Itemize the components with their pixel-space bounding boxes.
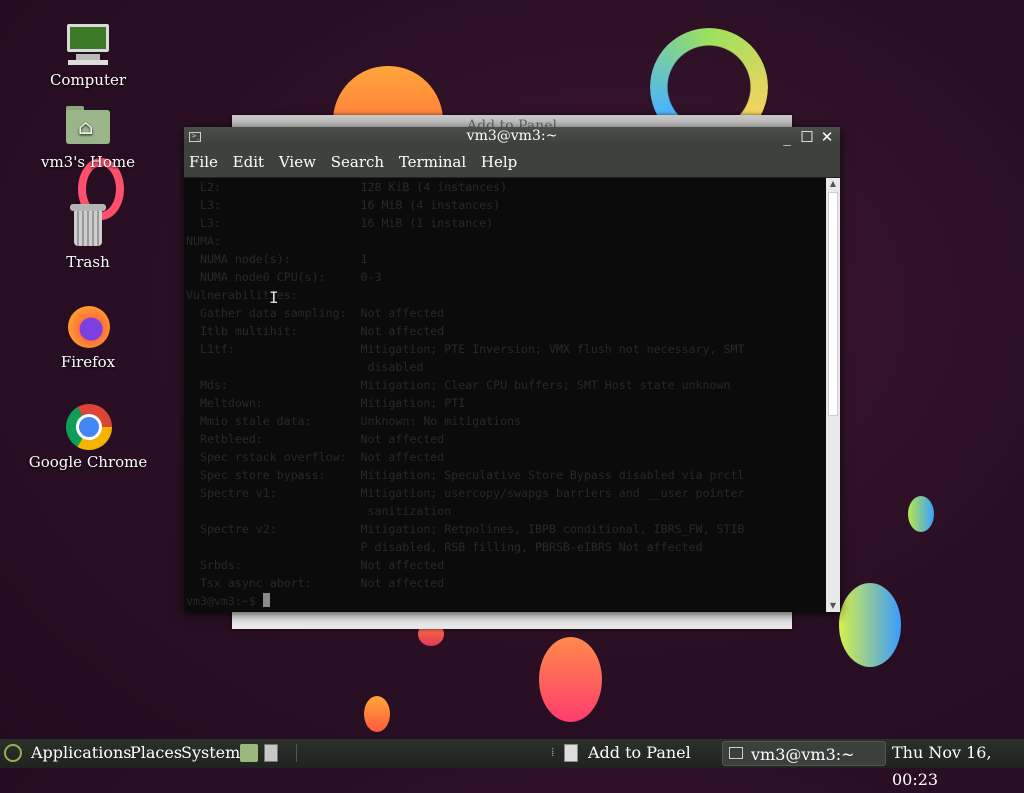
terminal-line: Srbds: Not affected	[199, 558, 445, 572]
menu-file[interactable]: File	[189, 153, 218, 171]
wallpaper-bubble	[539, 637, 602, 722]
desktop-icon-label: Computer	[49, 71, 127, 89]
terminal-menubar: File Edit View Search Terminal Help	[184, 148, 840, 178]
terminal-window[interactable]: >_ vm3@vm3:~ _ ☐ ✕ File Edit View Search…	[184, 127, 840, 612]
terminal-prompt: vm3@vm3:~$	[186, 594, 263, 608]
text-cursor-icon: I	[269, 288, 279, 307]
terminal-line: Spec rstack overflow: Not affected	[199, 450, 445, 464]
wallpaper-bubble	[839, 583, 901, 667]
add-to-panel-icon	[564, 744, 578, 762]
terminal-line: Gather data sampling: Not affected	[199, 306, 445, 320]
terminal-line: Vulnerabilities:	[186, 288, 298, 302]
show-desktop-icon[interactable]	[264, 744, 278, 762]
home-folder-icon: ⌂	[64, 102, 112, 150]
terminal-output[interactable]: L2: 128 KiB (4 instances) L3: 16 MiB (4 …	[184, 178, 826, 612]
terminal-task-icon	[729, 747, 743, 759]
task-terminal-label: vm3@vm3:~	[751, 745, 855, 764]
window-title: vm3@vm3:~	[466, 128, 558, 144]
clock[interactable]: Thu Nov 16, 00:23	[892, 739, 1024, 789]
terminal-titlebar[interactable]: >_ vm3@vm3:~ _ ☐ ✕	[184, 127, 840, 148]
wallpaper-bubble	[908, 496, 934, 532]
menu-view[interactable]: View	[279, 153, 316, 171]
terminal-cursor	[262, 593, 270, 607]
terminal-line: Spectre v1: Mitigation; usercopy/swapgs …	[199, 486, 745, 500]
terminal-line: Tsx async abort: Not affected	[199, 576, 445, 590]
menu-launcher-icon[interactable]	[4, 739, 22, 768]
terminal-text: L2: 128 KiB (4 instances) L3: 16 MiB (4 …	[186, 178, 744, 610]
terminal-line: P disabled, RSB filling, PBRSB-eIBRS Not…	[360, 540, 703, 554]
terminal-line: L3: 16 MiB (4 instances)	[199, 198, 501, 212]
menu-terminal[interactable]: Terminal	[399, 153, 466, 171]
file-manager-icon[interactable]	[240, 744, 258, 762]
terminal-line: Mmio stale data: Unknown: No mitigations	[199, 414, 522, 428]
wallpaper-bubble	[364, 696, 390, 732]
places-menu[interactable]: Places	[130, 739, 182, 768]
desktop-icon-home[interactable]: ⌂ vm3's Home	[28, 102, 148, 171]
menu-search[interactable]: Search	[331, 153, 384, 171]
desktop-icon-trash[interactable]: Trash	[28, 202, 148, 271]
applications-menu[interactable]: Applications	[31, 739, 131, 768]
system-menu[interactable]: System	[181, 739, 240, 768]
terminal-line: NUMA node(s): 1	[199, 252, 368, 266]
desktop-icon-label: Firefox	[60, 353, 116, 371]
desktop-icon-label: vm3's Home	[40, 153, 136, 171]
computer-icon	[64, 20, 112, 68]
terminal-line: L2: 128 KiB (4 instances)	[199, 180, 508, 194]
terminal-line: sanitization	[367, 504, 452, 518]
minimize-button[interactable]: _	[778, 128, 796, 146]
terminal-line: Itlb multihit: Not affected	[199, 324, 445, 338]
terminal-line: Retbleed: Not affected	[199, 432, 445, 446]
task-add-to-panel[interactable]: Add to Panel	[588, 739, 691, 768]
scroll-up-icon[interactable]: ▲	[826, 178, 840, 190]
desktop-icon-firefox[interactable]: Firefox	[28, 302, 148, 371]
chrome-icon	[64, 402, 112, 450]
desktop-icon-label: Google Chrome	[28, 453, 148, 471]
bottom-panel: Applications Places System ⁞ Add to Pane…	[0, 739, 1024, 789]
close-button[interactable]: ✕	[818, 128, 836, 146]
terminal-line: NUMA node0 CPU(s): 0-3	[199, 270, 382, 284]
terminal-line: disabled	[367, 360, 424, 374]
firefox-icon	[64, 302, 112, 350]
panel-separator	[296, 744, 297, 762]
desktop-icon-chrome[interactable]: Google Chrome	[28, 402, 148, 471]
terminal-line: Mds: Mitigation; Clear CPU buffers; SMT …	[199, 378, 731, 392]
desktop-icon-computer[interactable]: Computer	[28, 20, 148, 89]
terminal-line: L1tf: Mitigation; PTE Inversion; VMX flu…	[199, 342, 745, 356]
terminal-line: Spec store bypass: Mitigation; Speculati…	[199, 468, 745, 482]
task-terminal[interactable]: vm3@vm3:~	[722, 741, 886, 766]
maximize-button[interactable]: ☐	[798, 128, 816, 146]
desktop-icon-label: Trash	[66, 253, 110, 271]
drag-handle-icon[interactable]: ⁞	[551, 739, 554, 768]
trash-icon	[64, 202, 112, 250]
scroll-down-icon[interactable]: ▼	[826, 600, 840, 612]
terminal-line: Spectre v2: Mitigation; Retpolines, IBPB…	[199, 522, 745, 536]
menu-edit[interactable]: Edit	[233, 153, 264, 171]
terminal-line: L3: 16 MiB (1 instance)	[199, 216, 494, 230]
menu-help[interactable]: Help	[481, 153, 517, 171]
terminal-line: Meltdown: Mitigation; PTI	[199, 396, 466, 410]
terminal-line: NUMA:	[186, 234, 221, 248]
scrollbar-thumb[interactable]	[828, 192, 838, 416]
terminal-scrollbar[interactable]: ▲ ▼	[826, 178, 840, 612]
